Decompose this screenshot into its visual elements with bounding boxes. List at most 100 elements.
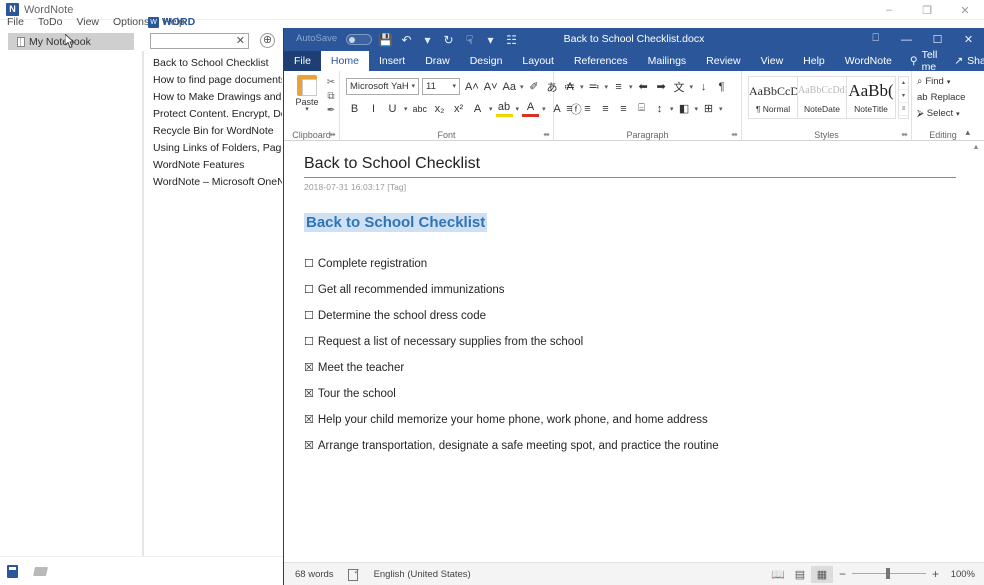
tell-me-button[interactable]: ⚲Tell me — [902, 51, 945, 71]
line-spacing-dropdown[interactable]: ▾ — [669, 105, 675, 113]
tab-references[interactable]: References — [564, 51, 638, 71]
asian-layout-dropdown[interactable]: ▾ — [689, 83, 695, 91]
checklist-item[interactable]: ☒Arrange transportation, designate a saf… — [304, 439, 934, 452]
checkbox-checked-icon[interactable]: ☒ — [304, 362, 314, 374]
style-notedate[interactable]: AaBbCcDdINoteDate — [797, 76, 847, 119]
tab-layout[interactable]: Layout — [512, 51, 564, 71]
checkbox-checked-icon[interactable]: ☒ — [304, 440, 314, 452]
multilevel-list-button[interactable]: ≡ — [610, 78, 627, 95]
change-case-button[interactable]: Aa — [501, 78, 518, 95]
wordnote-close-button[interactable]: ✕ — [946, 0, 984, 20]
tab-insert[interactable]: Insert — [369, 51, 415, 71]
bullets-dropdown[interactable]: ▾ — [579, 83, 585, 91]
styles-dialog-launcher-icon[interactable]: ⬌ — [901, 130, 908, 139]
multilevel-list-dropdown[interactable]: ▾ — [628, 83, 634, 91]
proofing-errors-icon[interactable] — [348, 569, 361, 580]
borders-button[interactable]: ⊞ — [700, 100, 717, 117]
zoom-level[interactable]: 100% — [945, 569, 975, 580]
shading-button[interactable]: ◧ — [676, 100, 693, 117]
word-close-button[interactable]: ✕ — [953, 28, 984, 51]
italic-button[interactable]: I — [365, 100, 382, 117]
increase-indent-button[interactable]: ➡ — [653, 78, 670, 95]
grow-font-button[interactable]: A˄ — [463, 78, 481, 95]
page-list-item[interactable]: WordNote Features — [144, 157, 282, 174]
shrink-font-button[interactable]: A˅ — [482, 78, 500, 95]
checklist-item[interactable]: ☒Meet the teacher — [304, 361, 934, 374]
style-normal[interactable]: AaBbCcDc¶ Normal — [748, 76, 798, 119]
numbering-button[interactable]: ≕ — [586, 78, 603, 95]
superscript-button[interactable]: x² — [450, 100, 467, 117]
tab-design[interactable]: Design — [460, 51, 513, 71]
font-color-button[interactable]: A — [522, 100, 539, 117]
text-highlight-button[interactable]: ab — [496, 100, 513, 117]
checklist-item[interactable]: ☐Get all recommended immunizations — [304, 283, 934, 296]
tab-help[interactable]: Help — [793, 51, 835, 71]
checkbox-unchecked-icon[interactable]: ☐ — [304, 310, 314, 322]
distributed-button[interactable]: ⌸ — [633, 100, 650, 117]
justify-button[interactable]: ≡ — [615, 100, 632, 117]
add-page-button[interactable]: ⊕ — [260, 33, 275, 48]
shading-dropdown[interactable]: ▾ — [694, 105, 700, 113]
borders-dropdown[interactable]: ▾ — [718, 105, 724, 113]
chevron-down-icon[interactable]: ▾ — [411, 79, 415, 94]
word-minimize-button[interactable]: — — [891, 28, 922, 51]
language-status[interactable]: English (United States) — [374, 569, 471, 580]
align-left-button[interactable]: ≡ — [561, 100, 578, 117]
checkbox-checked-icon[interactable]: ☒ — [304, 388, 314, 400]
tab-view[interactable]: View — [751, 51, 794, 71]
checkbox-checked-icon[interactable]: ☒ — [304, 414, 314, 426]
checklist-item[interactable]: ☐Request a list of necessary supplies fr… — [304, 335, 934, 348]
wordnote-maximize-button[interactable]: ❐ — [908, 0, 946, 20]
select-button[interactable]: ⮚Select▾ — [917, 108, 960, 119]
styles-more-icon[interactable]: ≡ — [899, 103, 908, 116]
checkbox-unchecked-icon[interactable]: ☐ — [304, 336, 314, 348]
tag-icon[interactable] — [33, 567, 48, 576]
zoom-out-button[interactable]: − — [833, 567, 852, 581]
subscript-button[interactable]: x₂ — [431, 100, 448, 117]
numbering-dropdown[interactable]: ▾ — [604, 83, 610, 91]
close-icon[interactable]: ✕ — [236, 35, 245, 48]
page-list-item[interactable]: Recycle Bin for WordNote — [144, 123, 282, 140]
tab-mailings[interactable]: Mailings — [638, 51, 697, 71]
text-effects-dropdown[interactable]: ▾ — [488, 105, 494, 113]
wordnote-minimize-button[interactable]: – — [870, 0, 908, 20]
chevron-down-icon[interactable]: ▾ — [947, 78, 951, 86]
chevron-down-icon[interactable]: ▾ — [452, 79, 456, 94]
find-button[interactable]: ⌕Find▾ — [917, 76, 950, 87]
page-list-item[interactable]: Back to School Checklist — [144, 55, 282, 72]
wordnote-word-badge[interactable]: W WORD — [148, 16, 195, 28]
font-name-combobox[interactable]: Microsoft YaH ▾ — [346, 78, 419, 95]
tab-home[interactable]: Home — [321, 51, 369, 71]
checkbox-unchecked-icon[interactable]: ☐ — [304, 284, 314, 296]
page-list-item[interactable]: How to Make Drawings and Handwritin — [144, 89, 282, 106]
sort-button[interactable]: ↓ — [695, 78, 712, 95]
bullets-button[interactable]: ≔ — [561, 78, 578, 95]
read-mode-button[interactable]: 📖 — [767, 566, 789, 583]
page-list-item[interactable]: Protect Content. Encrypt, Decrypt, Vi — [144, 106, 282, 123]
bold-button[interactable]: B — [346, 100, 363, 117]
style-notetitle[interactable]: AaBb(NoteTitle — [846, 76, 896, 119]
clear-formatting-button[interactable]: ✐ — [526, 78, 543, 95]
styles-scroll-down-icon[interactable]: ▾ — [899, 90, 908, 103]
page-list-item[interactable]: How to find page documents in Wordn — [144, 72, 282, 89]
print-layout-button[interactable]: ▤ — [789, 566, 811, 583]
scroll-up-arrow-icon[interactable]: ▴ — [970, 141, 982, 153]
underline-dropdown[interactable]: ▾ — [403, 105, 409, 113]
styles-scroll-up-icon[interactable]: ▴ — [899, 77, 908, 90]
styles-gallery-scroll[interactable]: ▴▾≡ — [898, 76, 909, 119]
page-list-item[interactable]: Using Links of Folders, Pages, and Par — [144, 140, 282, 157]
document-title-selected[interactable]: Back to School Checklist — [304, 213, 487, 232]
chevron-down-icon[interactable]: ▾ — [292, 107, 322, 112]
tab-draw[interactable]: Draw — [415, 51, 460, 71]
text-effects-button[interactable]: A — [469, 100, 486, 117]
collapse-ribbon-button[interactable]: ▴ — [965, 127, 970, 138]
checklist-item[interactable]: ☒Tour the school — [304, 387, 934, 400]
ribbon-display-options-icon[interactable]: ⎕ — [872, 32, 879, 45]
tab-file[interactable]: File — [284, 51, 321, 71]
font-color-dropdown[interactable]: ▾ — [541, 105, 547, 113]
font-dialog-launcher-icon[interactable]: ⬌ — [543, 130, 550, 139]
change-case-dropdown[interactable]: ▾ — [519, 83, 525, 91]
word-count[interactable]: 68 words — [295, 569, 334, 580]
checklist-item[interactable]: ☒Help your child memorize your home phon… — [304, 413, 934, 426]
decrease-indent-button[interactable]: ⬅ — [635, 78, 652, 95]
